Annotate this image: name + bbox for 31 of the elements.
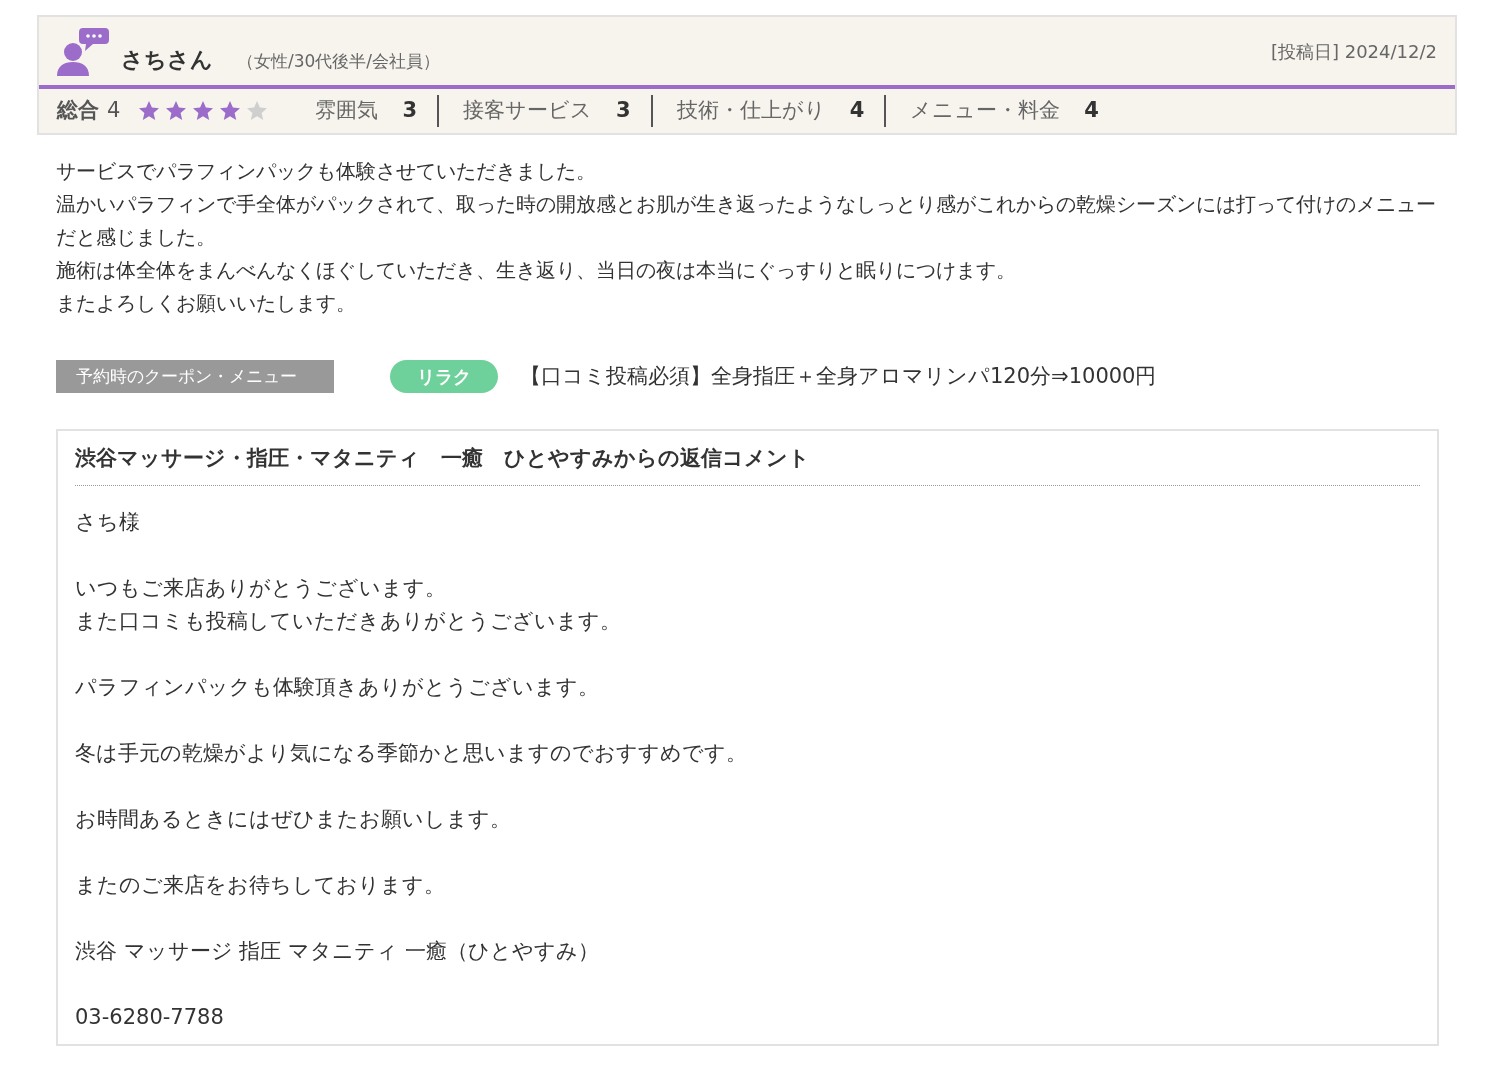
rating-score: 4 <box>1084 97 1099 125</box>
reply-text: 冬は手元の乾燥がより気になる季節かと思いますのでおすすめです。 <box>75 739 748 767</box>
review-text: サービスでパラフィンパックも体験させていただきました。 <box>56 158 597 185</box>
reply-text: 03-6280-7788 <box>75 1003 225 1031</box>
coupon-label: 予約時のクーポン・メニュー <box>56 360 334 393</box>
rating-label: メニュー・料金 <box>910 97 1061 125</box>
review-text: またよろしくお願いいたします。 <box>56 290 357 317</box>
reply-text: お時間あるときにはぜひまたお願いします。 <box>75 805 512 833</box>
post-date: [投稿日] 2024/12/2 <box>1270 39 1437 64</box>
rating-score: 4 <box>849 97 865 125</box>
review-text: 施術は体全体をまんべんなくほぐしていただき、生き返り、当日の夜は本当にぐっすりと眠りにつけます。 <box>56 257 1017 284</box>
reviewer-name: さちさん <box>121 46 213 74</box>
reply-title: 渋谷マッサージ・指圧・マタニティ 一癒 ひとやすみからの返信コメント <box>75 431 1420 486</box>
rating-label: 接客サービス <box>463 97 592 125</box>
overall-score: 4 <box>107 97 121 125</box>
rating-score: 3 <box>616 97 631 125</box>
rating-label: 雰囲気 <box>315 97 379 125</box>
reply-text: いつもご来店ありがとうございます。 <box>75 574 447 602</box>
reply-text: またのご来店をお待ちしております。 <box>75 871 446 899</box>
review-text: 温かいパラフィンで手全体がパックされて、取った時の開放感とお肌が生き返ったようなしっとり感がこれからの乾燥シーズンには打って付けのメニューだと感じました。 <box>56 191 1437 251</box>
user-comment-icon <box>57 26 109 76</box>
rating-score: 3 <box>402 97 417 125</box>
reply-text: 渋谷 マッサージ 指圧 マタニティ 一癒（ひとやすみ） <box>75 937 600 965</box>
overall-label: 総合 <box>57 97 99 125</box>
reply-text: パラフィンパックも体験頂きありがとうございます。 <box>75 673 600 701</box>
reviewer-profile: （女性/30代後半/会社員） <box>237 49 441 73</box>
coupon-name: 【口コミ投稿必須】全身指圧＋全身アロマリンパ120分⇒10000円 <box>520 362 1157 390</box>
category-tag: リラク <box>390 360 498 393</box>
reply-text: さち様 <box>75 508 141 536</box>
rating-label: 技術・仕上がり <box>676 97 826 125</box>
reply-text: また口コミも投稿していただきありがとうございます。 <box>75 607 622 635</box>
